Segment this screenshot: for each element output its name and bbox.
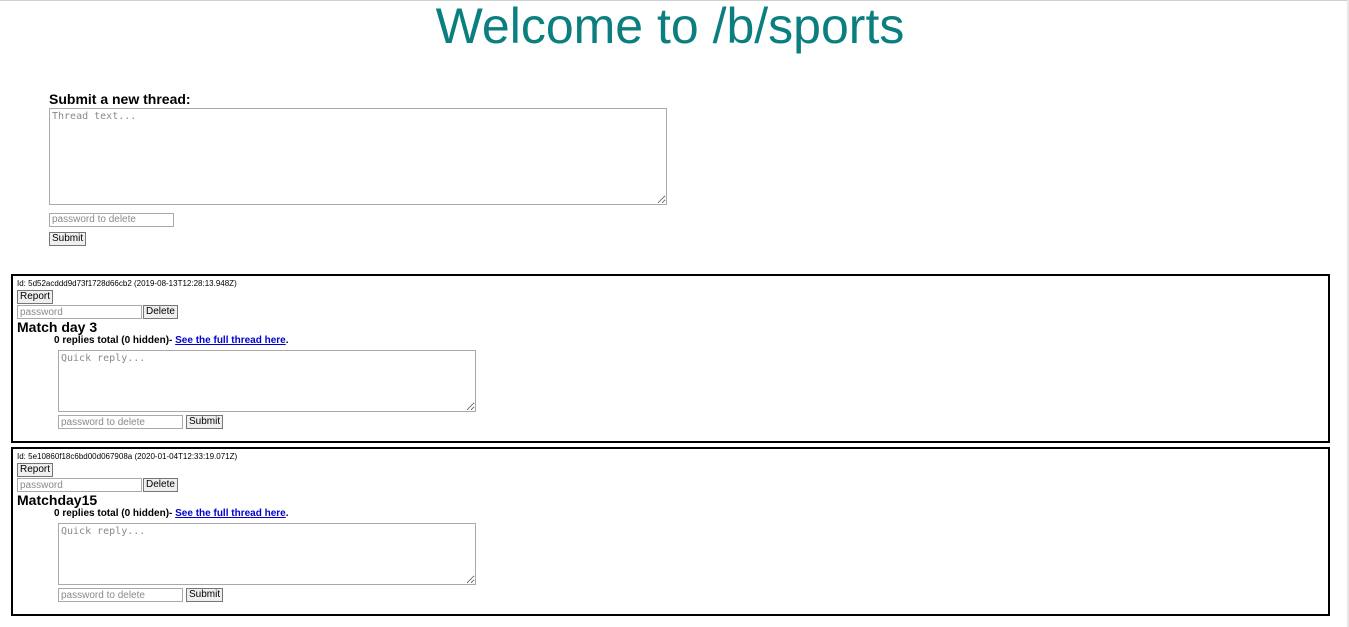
thread-id-timestamp: Id: 5e10860f18c6bd00d067908a (2020-01-04… bbox=[17, 452, 238, 461]
thread-delete-password-input[interactable] bbox=[49, 212, 174, 227]
replies-summary: 0 replies total (0 hidden)- See the full… bbox=[54, 508, 1324, 519]
quick-reply-form: Submit bbox=[58, 350, 1324, 429]
thread-card: Id: 5e10860f18c6bd00d067908a (2020-01-04… bbox=[11, 447, 1330, 616]
delete-button[interactable]: Delete bbox=[143, 305, 178, 319]
thread-title: Matchday15 bbox=[17, 492, 98, 508]
report-button[interactable]: Report bbox=[17, 463, 54, 477]
report-button[interactable]: Report bbox=[17, 290, 54, 304]
quick-reply-form: Submit bbox=[58, 523, 1324, 602]
reply-delete-password-input[interactable] bbox=[58, 588, 183, 602]
new-thread-label: Submit a new thread: bbox=[49, 91, 191, 107]
replies-count: 0 replies total (0 hidden)- bbox=[54, 508, 176, 519]
submit-thread-button[interactable]: Submit bbox=[49, 232, 87, 246]
thread-title: Match day 3 bbox=[17, 319, 98, 335]
delete-password-input[interactable] bbox=[17, 478, 142, 492]
delete-button[interactable]: Delete bbox=[143, 478, 178, 492]
reply-delete-password-input[interactable] bbox=[58, 415, 183, 429]
full-thread-link[interactable]: See the full thread here bbox=[175, 508, 286, 519]
replies-period: . bbox=[285, 335, 289, 346]
thread-text-input[interactable] bbox=[49, 108, 667, 205]
delete-password-input[interactable] bbox=[17, 305, 142, 319]
thread-card: Id: 5d52acddd9d73f1728d66cb2 (2019-08-13… bbox=[11, 274, 1330, 443]
new-thread-form: Submit a new thread: Submit bbox=[49, 91, 667, 246]
replies-period: . bbox=[285, 508, 289, 519]
submit-reply-button[interactable]: Submit bbox=[186, 588, 224, 602]
quick-reply-input[interactable] bbox=[58, 523, 476, 585]
full-thread-link[interactable]: See the full thread here bbox=[175, 335, 286, 346]
replies-count: 0 replies total (0 hidden)- bbox=[54, 335, 176, 346]
page-title: Welcome to /b/sports bbox=[435, 0, 905, 54]
quick-reply-input[interactable] bbox=[58, 350, 476, 412]
thread-id-timestamp: Id: 5d52acddd9d73f1728d66cb2 (2019-08-13… bbox=[17, 279, 237, 288]
submit-reply-button[interactable]: Submit bbox=[186, 415, 224, 429]
replies-summary: 0 replies total (0 hidden)- See the full… bbox=[54, 335, 1324, 346]
